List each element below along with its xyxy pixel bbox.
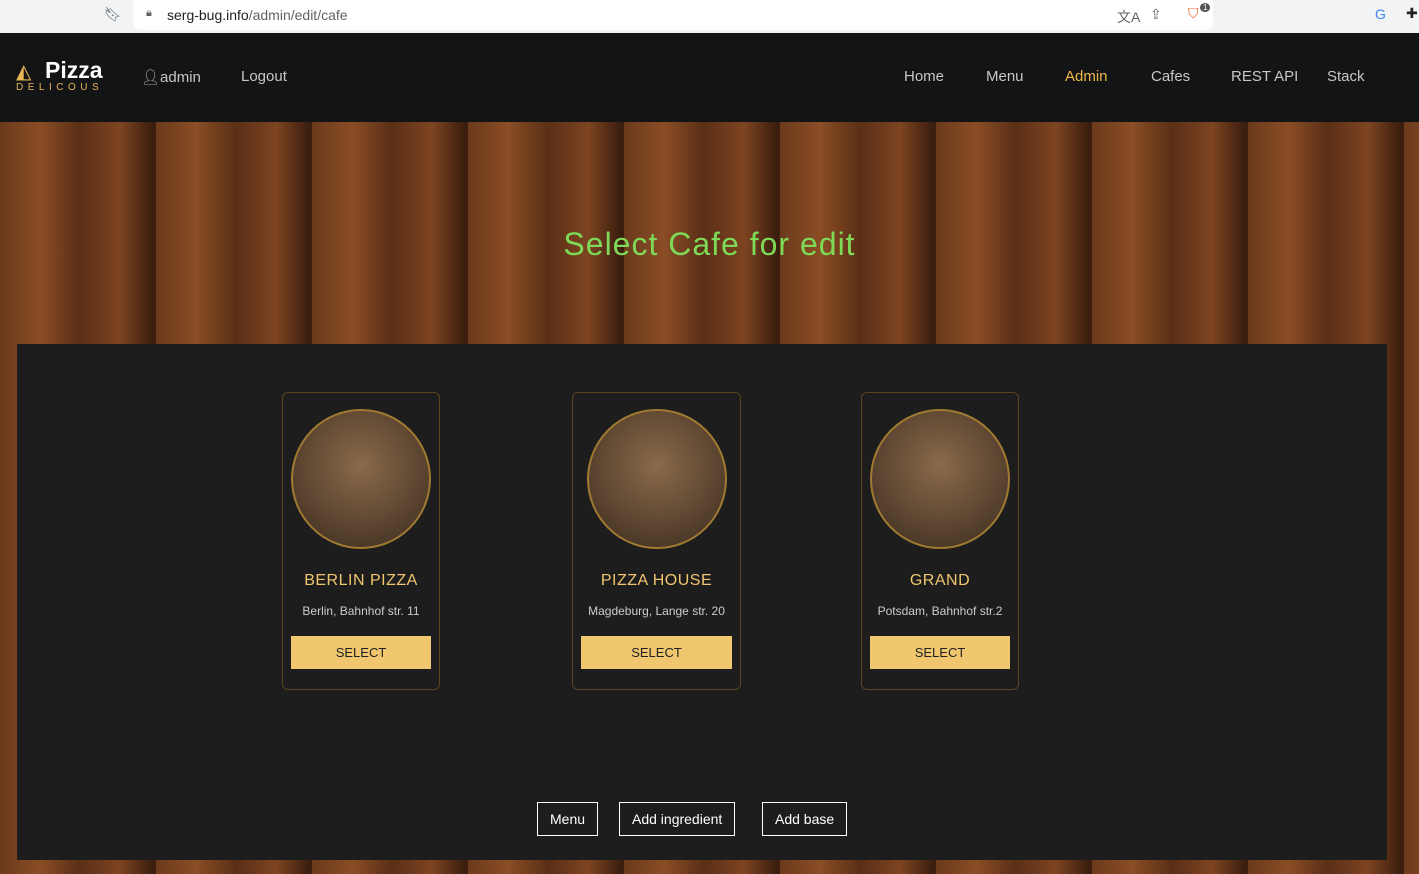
user-name: admin	[160, 69, 201, 86]
add-ingredient-button[interactable]: Add ingredient	[619, 802, 736, 836]
cafe-card: BERLIN PIZZA Berlin, Bahnhof str. 11 SEL…	[282, 392, 440, 690]
logo-title: Pizza	[45, 57, 103, 83]
lock-icon: 🔒︎	[146, 7, 152, 19]
google-translate-icon[interactable]: G	[1375, 6, 1386, 22]
cafe-name: PIZZA HOUSE	[600, 572, 713, 589]
cafe-card: GRAND Potsdam, Bahnhof str.2 SELECT	[861, 392, 1019, 690]
cafe-name: GRAND	[909, 572, 971, 589]
bookmark-icon[interactable]: 🔖︎	[104, 6, 122, 23]
nav-home[interactable]: Home	[904, 68, 944, 85]
user-icon: 👤︎	[141, 69, 161, 86]
cafe-image	[291, 409, 431, 549]
navbar: ◭ Pizza DELICOUS 👤︎admin Logout Home Men…	[0, 33, 1419, 122]
user-link[interactable]: 👤︎admin	[141, 68, 201, 86]
cafe-address: Berlin, Bahnhof str. 11	[302, 604, 420, 618]
cafe-card: PIZZA HOUSE Magdeburg, Lange str. 20 SEL…	[572, 392, 741, 690]
translate-icon[interactable]: 文A	[1117, 7, 1140, 27]
select-button[interactable]: SELECT	[581, 636, 732, 669]
cafe-address: Magdeburg, Lange str. 20	[588, 604, 725, 618]
select-button[interactable]: SELECT	[291, 636, 431, 669]
cafe-board: BERLIN PIZZA Berlin, Bahnhof str. 11 SEL…	[17, 344, 1387, 860]
pizza-slice-icon: ◭	[16, 61, 32, 83]
nav-admin[interactable]: Admin	[1065, 68, 1108, 85]
logo[interactable]: ◭ Pizza DELICOUS	[16, 57, 103, 93]
page-title: Select Cafe for edit	[563, 226, 856, 262]
logout-link[interactable]: Logout	[241, 68, 287, 85]
cafe-address: Potsdam, Bahnhof str.2	[877, 604, 1003, 618]
nav-menu[interactable]: Menu	[986, 68, 1024, 85]
hero-section: Select Cafe for edit BERLIN PIZZA Berlin…	[0, 122, 1419, 874]
extensions-icon[interactable]: ✚	[1406, 5, 1418, 22]
brave-shield-icon[interactable]: ⛉	[1188, 5, 1199, 22]
share-icon[interactable]: ⇪	[1150, 6, 1162, 23]
url-host: serg-bug.info	[167, 7, 249, 23]
cafe-name: BERLIN PIZZA	[304, 572, 418, 589]
nav-cafes[interactable]: Cafes	[1151, 68, 1190, 85]
select-button[interactable]: SELECT	[870, 636, 1010, 669]
url-text[interactable]: serg-bug.info/admin/edit/cafe	[167, 7, 348, 23]
nav-rest-api[interactable]: REST API	[1231, 68, 1298, 85]
cafe-image	[586, 409, 727, 549]
add-base-button[interactable]: Add base	[762, 802, 848, 836]
cafe-image	[870, 409, 1010, 549]
nav-stack[interactable]: Stack	[1327, 68, 1365, 85]
browser-toolbar: 🔖︎ 🔒︎ serg-bug.info/admin/edit/cafe 文A ⇪…	[0, 0, 1419, 33]
url-path: /admin/edit/cafe	[248, 7, 348, 23]
menu-button[interactable]: Menu	[537, 802, 599, 836]
